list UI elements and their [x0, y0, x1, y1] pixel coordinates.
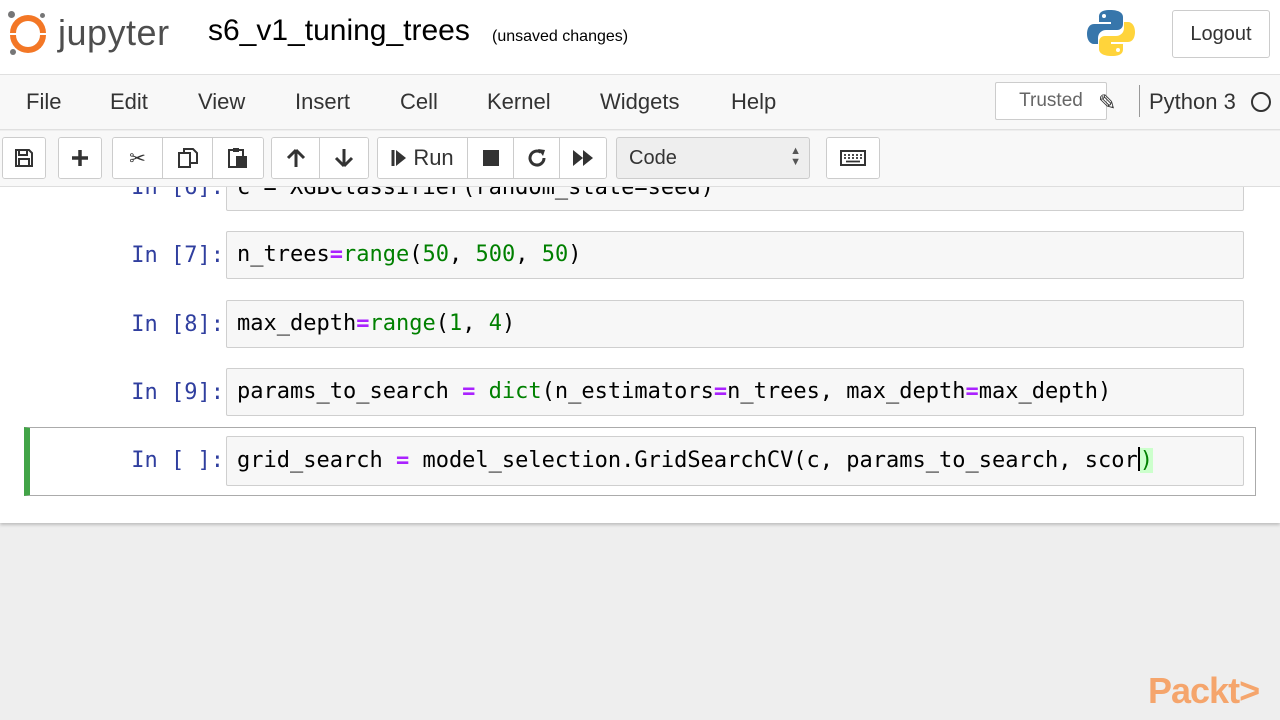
cell-code: c = XGBClassifier(random_state=seed) — [237, 187, 714, 200]
cell-prompt: In [ ]: — [131, 448, 224, 473]
cell-input[interactable]: max_depth=range(1, 4) — [226, 300, 1244, 348]
notebook-header: jupyter s6_v1_tuning_trees (unsaved chan… — [0, 0, 1280, 74]
kernel-name[interactable]: Python 3 — [1149, 89, 1236, 115]
move-down-button[interactable] — [320, 138, 368, 178]
cell-input-active[interactable]: grid_search = model_selection.GridSearch… — [226, 436, 1244, 486]
selected-code-cell[interactable]: In [ ]: grid_search = model_selection.Gr… — [24, 427, 1256, 496]
jupyter-logo-text: jupyter — [58, 12, 170, 53]
step-forward-icon — [391, 150, 407, 166]
copy-button[interactable] — [163, 138, 213, 178]
keyboard-group — [826, 137, 880, 179]
menu-edit[interactable]: Edit — [110, 89, 148, 115]
refresh-icon — [528, 149, 546, 167]
fast-forward-icon — [573, 150, 593, 166]
cell-code: params_to_search = dict(n_estimators=n_t… — [237, 379, 1112, 404]
menu-file[interactable]: File — [26, 89, 61, 115]
cell-prompt: In [8]: — [131, 312, 224, 337]
kernel-separator — [1139, 85, 1140, 117]
save-group — [2, 137, 46, 179]
code-cell[interactable]: In [9]: params_to_search = dict(n_estima… — [24, 368, 1256, 418]
run-button[interactable]: Run — [378, 138, 468, 178]
arrow-up-icon — [286, 148, 305, 167]
edit-mode-pencil-icon: ✎ — [1098, 90, 1117, 115]
plus-icon — [72, 150, 88, 166]
restart-run-all-button[interactable] — [560, 138, 606, 178]
cell-type-select[interactable]: Code ▲ ▼ — [616, 137, 810, 179]
cell-input[interactable]: params_to_search = dict(n_estimators=n_t… — [226, 368, 1244, 416]
jupyter-logo[interactable]: jupyter — [8, 8, 170, 58]
cell-type-value: Code — [629, 146, 677, 169]
jupyter-logo-icon — [8, 11, 48, 55]
save-button[interactable] — [3, 138, 45, 178]
cell-code: n_trees=range(50, 500, 50) — [237, 242, 582, 267]
code-cell[interactable]: In [6]: c = XGBClassifier(random_state=s… — [24, 187, 1256, 213]
move-group — [271, 137, 369, 179]
insert-cell-button[interactable] — [59, 138, 101, 178]
paste-icon — [228, 148, 247, 168]
move-up-button[interactable] — [272, 138, 320, 178]
notebook-container[interactable]: In [6]: c = XGBClassifier(random_state=s… — [0, 187, 1280, 523]
code-cell[interactable]: In [8]: max_depth=range(1, 4) — [24, 300, 1256, 350]
cut-button[interactable]: ✂ — [113, 138, 163, 178]
cell-prompt: In [6]: — [131, 187, 224, 200]
copy-icon — [177, 148, 198, 168]
save-status: (unsaved changes) — [492, 28, 629, 45]
cell-code: max_depth=range(1, 4) — [237, 311, 516, 336]
scissors-icon: ✂ — [129, 147, 146, 170]
save-icon — [15, 149, 33, 167]
insert-group — [58, 137, 102, 179]
cell-code: grid_search = model_selection.GridSearch… — [237, 447, 1153, 473]
notebook-title[interactable]: s6_v1_tuning_trees — [208, 14, 470, 48]
menu-cell[interactable]: Cell — [400, 89, 438, 115]
logout-button[interactable]: Logout — [1172, 10, 1270, 58]
clipboard-group: ✂ — [112, 137, 264, 179]
paste-button[interactable] — [213, 138, 263, 178]
code-cell[interactable]: In [7]: n_trees=range(50, 500, 50) — [24, 231, 1256, 281]
menu-kernel[interactable]: Kernel — [487, 89, 551, 115]
cell-prompt: In [9]: — [131, 380, 224, 405]
run-group: Run — [377, 137, 607, 179]
python-logo-icon — [1087, 10, 1135, 56]
keyboard-icon — [840, 150, 866, 166]
menu-insert[interactable]: Insert — [295, 89, 350, 115]
cell-input[interactable]: c = XGBClassifier(random_state=seed) — [226, 187, 1244, 211]
menu-help[interactable]: Help — [731, 89, 776, 115]
menu-view[interactable]: View — [198, 89, 245, 115]
stop-icon — [482, 150, 499, 166]
cell-prompt: In [7]: — [131, 243, 224, 268]
select-arrows-icon: ▲ ▼ — [790, 145, 801, 168]
restart-button[interactable] — [514, 138, 560, 178]
cell-input[interactable]: n_trees=range(50, 500, 50) — [226, 231, 1244, 279]
menu-widgets[interactable]: Widgets — [600, 89, 679, 115]
packt-watermark: Packt> — [1148, 670, 1260, 711]
kernel-status-icon — [1251, 92, 1271, 112]
arrow-down-icon — [334, 149, 354, 168]
command-palette-button[interactable] — [827, 138, 879, 178]
trusted-indicator[interactable]: Trusted — [995, 82, 1107, 120]
interrupt-button[interactable] — [468, 138, 514, 178]
run-label: Run — [413, 145, 454, 170]
